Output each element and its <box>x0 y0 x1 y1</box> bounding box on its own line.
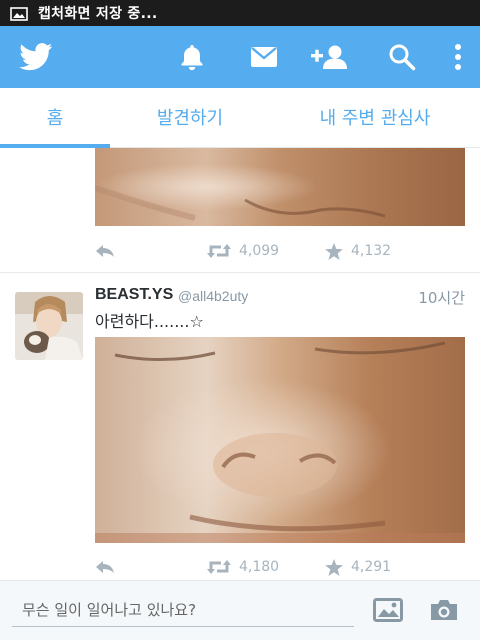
tweet-photo[interactable] <box>95 337 465 543</box>
tab-bar: 홈 발견하기 내 주변 관심사 <box>0 88 480 148</box>
reply-button[interactable] <box>95 244 115 258</box>
bell-icon[interactable] <box>174 26 210 88</box>
reply-button[interactable] <box>95 560 115 574</box>
retweet-count: 4,099 <box>239 243 280 259</box>
tweet-actions: 4,180 4,291 <box>95 552 465 580</box>
favorite-count: 4,132 <box>351 243 392 259</box>
tweet-divider <box>0 272 480 273</box>
retweet-button[interactable]: 4,180 <box>207 559 279 575</box>
tab-discover[interactable]: 발견하기 <box>110 88 270 146</box>
action-bar <box>0 26 480 88</box>
favorite-count: 4,291 <box>351 559 392 575</box>
timeline[interactable]: 4,099 4,132 BEAST.YS @all4b2uty 10시간 아련하… <box>0 148 480 580</box>
tweet-actions: 4,099 4,132 <box>95 236 465 266</box>
favorite-button[interactable]: 4,291 <box>325 558 392 576</box>
camera-icon[interactable] <box>428 595 460 625</box>
mail-icon[interactable] <box>244 26 284 88</box>
tweet-photo[interactable] <box>95 148 465 226</box>
favorite-button[interactable]: 4,132 <box>325 242 392 260</box>
tab-nearby-interests[interactable]: 내 주변 관심사 <box>270 88 480 146</box>
retweet-icon <box>207 560 231 574</box>
search-icon[interactable] <box>382 26 422 88</box>
reply-icon <box>96 245 114 257</box>
image-icon <box>10 6 28 21</box>
tab-nearby-label: 내 주변 관심사 <box>319 108 431 129</box>
tweet-author-handle[interactable]: @all4b2uty <box>178 288 248 304</box>
tweet-author-name[interactable]: BEAST.YS <box>95 286 173 304</box>
compose-tweet-input[interactable] <box>12 593 354 627</box>
tab-home-label: 홈 <box>46 108 64 129</box>
more-icon[interactable] <box>444 26 472 88</box>
tweet-timestamp: 10시간 <box>418 289 465 307</box>
tab-discover-label: 발견하기 <box>156 108 224 129</box>
status-text: 캡처화면 저장 중... <box>38 6 158 22</box>
star-icon <box>325 242 343 260</box>
tweet-text: 아련하다.......☆ <box>95 312 204 331</box>
avatar[interactable] <box>15 292 83 360</box>
status-bar: 캡처화면 저장 중... <box>0 0 480 26</box>
add-user-icon[interactable] <box>308 26 350 88</box>
retweet-button[interactable]: 4,099 <box>207 243 279 259</box>
tab-home[interactable]: 홈 <box>0 88 110 146</box>
twitter-bird-icon[interactable] <box>14 26 58 88</box>
retweet-count: 4,180 <box>239 559 280 575</box>
tweet-composer <box>0 580 480 640</box>
retweet-icon <box>207 244 231 258</box>
image-icon[interactable] <box>372 595 404 625</box>
reply-icon <box>96 561 114 573</box>
star-icon <box>325 558 343 576</box>
